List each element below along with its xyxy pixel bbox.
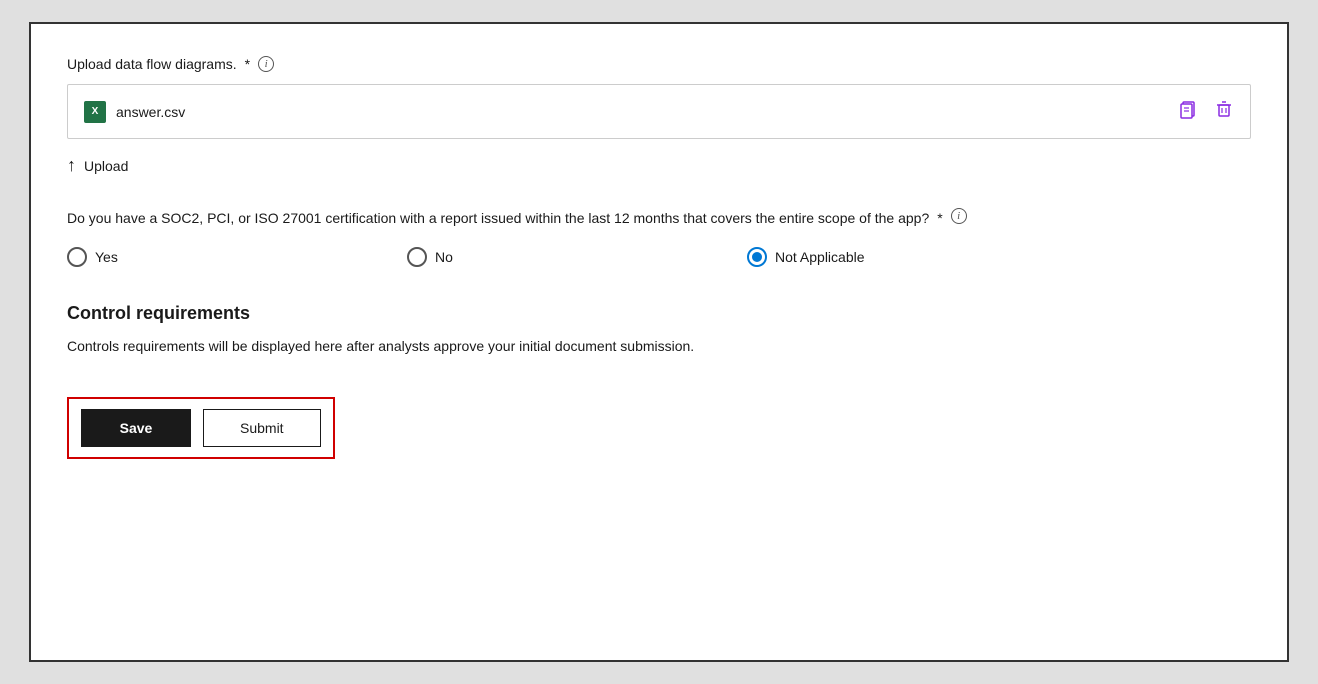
radio-outer-not-applicable bbox=[747, 247, 767, 267]
radio-outer-no bbox=[407, 247, 427, 267]
file-box: X answer.csv bbox=[67, 84, 1251, 139]
main-container: Upload data flow diagrams. * i X answer.… bbox=[29, 22, 1289, 662]
control-requirements-section: Control requirements Controls requiremen… bbox=[67, 303, 1251, 357]
radio-label-not-applicable: Not Applicable bbox=[775, 249, 865, 265]
question-text: Do you have a SOC2, PCI, or ISO 27001 ce… bbox=[67, 208, 929, 229]
control-requirements-description: Controls requirements will be displayed … bbox=[67, 336, 1251, 357]
upload-button-label: Upload bbox=[84, 158, 128, 174]
control-requirements-title: Control requirements bbox=[67, 303, 1251, 324]
radio-label-no: No bbox=[435, 249, 453, 265]
submit-button[interactable]: Submit bbox=[203, 409, 321, 447]
radio-option-no[interactable]: No bbox=[407, 247, 747, 267]
radio-inner-not-applicable bbox=[752, 252, 762, 262]
file-name: answer.csv bbox=[116, 104, 185, 120]
file-actions bbox=[1178, 99, 1234, 124]
radio-group: Yes No Not Applicable bbox=[67, 247, 1251, 267]
upload-info-icon[interactable]: i bbox=[258, 56, 274, 72]
question-required-star: * bbox=[937, 208, 942, 229]
copy-icon[interactable] bbox=[1178, 99, 1198, 124]
radio-option-not-applicable[interactable]: Not Applicable bbox=[747, 247, 1087, 267]
upload-section-label: Upload data flow diagrams. * i bbox=[67, 56, 1251, 72]
radio-option-yes[interactable]: Yes bbox=[67, 247, 407, 267]
save-button[interactable]: Save bbox=[81, 409, 191, 447]
question-info-icon[interactable]: i bbox=[951, 208, 967, 224]
radio-outer-yes bbox=[67, 247, 87, 267]
upload-required-star: * bbox=[245, 56, 250, 72]
button-container: Save Submit bbox=[67, 397, 335, 459]
excel-icon: X bbox=[84, 101, 106, 123]
radio-label-yes: Yes bbox=[95, 249, 118, 265]
delete-icon[interactable] bbox=[1214, 99, 1234, 124]
upload-button[interactable]: ↑ Upload bbox=[67, 151, 128, 180]
upload-label-text: Upload data flow diagrams. bbox=[67, 56, 237, 72]
upload-arrow-icon: ↑ bbox=[67, 155, 76, 176]
question-label: Do you have a SOC2, PCI, or ISO 27001 ce… bbox=[67, 208, 1251, 229]
file-info: X answer.csv bbox=[84, 101, 185, 123]
